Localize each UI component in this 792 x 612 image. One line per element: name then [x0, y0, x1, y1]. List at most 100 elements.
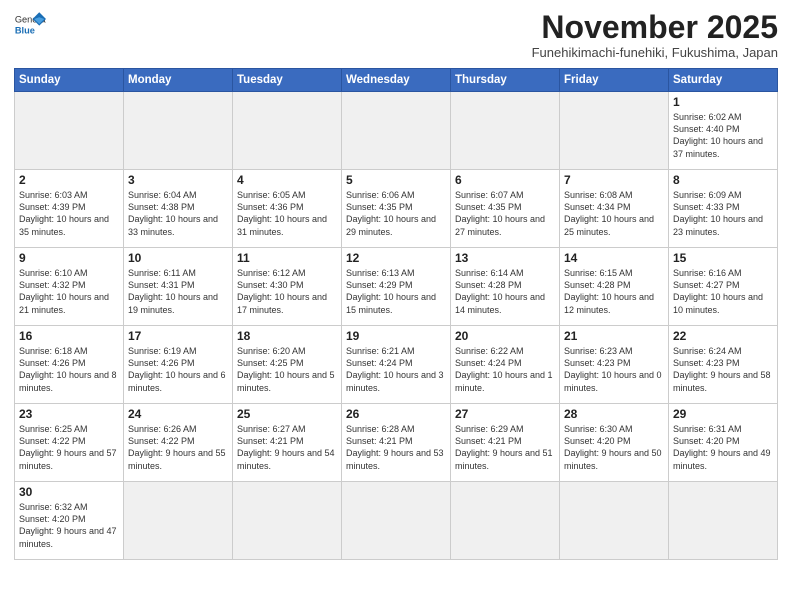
day-info: Sunrise: 6:15 AM Sunset: 4:28 PM Dayligh… — [564, 267, 664, 316]
header: General Blue November 2025 Funehikimachi… — [14, 10, 778, 60]
weekday-header-sunday: Sunday — [15, 69, 124, 92]
calendar-cell: 29 Sunrise: 6:31 AM Sunset: 4:20 PM Dayli… — [669, 404, 778, 482]
calendar-week-row: 30 Sunrise: 6:32 AM Sunset: 4:20 PM Dayli… — [15, 482, 778, 560]
day-number: 1 — [673, 95, 773, 109]
day-info: Sunrise: 6:31 AM Sunset: 4:20 PM Dayligh… — [673, 423, 773, 472]
day-number: 18 — [237, 329, 337, 343]
calendar-cell: 16 Sunrise: 6:18 AM Sunset: 4:26 PM Dayli… — [15, 326, 124, 404]
day-number: 2 — [19, 173, 119, 187]
weekday-header-tuesday: Tuesday — [233, 69, 342, 92]
day-number: 5 — [346, 173, 446, 187]
calendar-cell — [124, 92, 233, 170]
calendar-cell: 22Sunrise: 6:24 AM Sunset: 4:23 PM Dayli… — [669, 326, 778, 404]
day-info: Sunrise: 6:18 AM Sunset: 4:26 PM Dayligh… — [19, 345, 119, 394]
day-info: Sunrise: 6:02 AM Sunset: 4:40 PM Dayligh… — [673, 111, 773, 160]
day-info: Sunrise: 6:14 AM Sunset: 4:28 PM Dayligh… — [455, 267, 555, 316]
calendar-table: SundayMondayTuesdayWednesdayThursdayFrid… — [14, 68, 778, 560]
calendar-cell: 21Sunrise: 6:23 AM Sunset: 4:23 PM Dayli… — [560, 326, 669, 404]
calendar-cell: 7 Sunrise: 6:08 AM Sunset: 4:34 PM Daylig… — [560, 170, 669, 248]
day-info: Sunrise: 6:20 AM Sunset: 4:25 PM Dayligh… — [237, 345, 337, 394]
weekday-header-wednesday: Wednesday — [342, 69, 451, 92]
title-block: November 2025 Funehikimachi-funehiki, Fu… — [532, 10, 778, 60]
day-number: 29 — [673, 407, 773, 421]
calendar-cell: 4 Sunrise: 6:05 AM Sunset: 4:36 PM Daylig… — [233, 170, 342, 248]
calendar-cell: 10Sunrise: 6:11 AM Sunset: 4:31 PM Dayli… — [124, 248, 233, 326]
calendar-week-row: 2Sunrise: 6:03 AM Sunset: 4:39 PM Daylig… — [15, 170, 778, 248]
weekday-header-thursday: Thursday — [451, 69, 560, 92]
generalblue-logo-icon: General Blue — [14, 10, 46, 38]
calendar-cell — [342, 92, 451, 170]
calendar-cell — [124, 482, 233, 560]
calendar-cell: 24Sunrise: 6:26 AM Sunset: 4:22 PM Dayli… — [124, 404, 233, 482]
calendar-cell — [233, 92, 342, 170]
day-number: 26 — [346, 407, 446, 421]
day-info: Sunrise: 6:32 AM Sunset: 4:20 PM Dayligh… — [19, 501, 119, 550]
day-info: Sunrise: 6:22 AM Sunset: 4:24 PM Dayligh… — [455, 345, 555, 394]
calendar-cell: 23 Sunrise: 6:25 AM Sunset: 4:22 PM Dayli… — [15, 404, 124, 482]
calendar-cell: 12Sunrise: 6:13 AM Sunset: 4:29 PM Dayli… — [342, 248, 451, 326]
calendar-week-row: 1 Sunrise: 6:02 AM Sunset: 4:40 PM Daylig… — [15, 92, 778, 170]
calendar-cell: 6 Sunrise: 6:07 AM Sunset: 4:35 PM Daylig… — [451, 170, 560, 248]
day-info: Sunrise: 6:28 AM Sunset: 4:21 PM Dayligh… — [346, 423, 446, 472]
calendar-header: SundayMondayTuesdayWednesdayThursdayFrid… — [15, 69, 778, 92]
page: General Blue November 2025 Funehikimachi… — [0, 0, 792, 612]
calendar-cell: 20 Sunrise: 6:22 AM Sunset: 4:24 PM Dayli… — [451, 326, 560, 404]
calendar-cell: 19 Sunrise: 6:21 AM Sunset: 4:24 PM Dayli… — [342, 326, 451, 404]
calendar-week-row: 23 Sunrise: 6:25 AM Sunset: 4:22 PM Dayli… — [15, 404, 778, 482]
day-number: 6 — [455, 173, 555, 187]
calendar-cell: 14 Sunrise: 6:15 AM Sunset: 4:28 PM Dayli… — [560, 248, 669, 326]
svg-text:Blue: Blue — [15, 25, 35, 35]
calendar-cell: 18 Sunrise: 6:20 AM Sunset: 4:25 PM Dayli… — [233, 326, 342, 404]
calendar-cell: 30 Sunrise: 6:32 AM Sunset: 4:20 PM Dayli… — [15, 482, 124, 560]
day-number: 30 — [19, 485, 119, 499]
calendar-cell — [451, 482, 560, 560]
day-info: Sunrise: 6:09 AM Sunset: 4:33 PM Dayligh… — [673, 189, 773, 238]
weekday-header-monday: Monday — [124, 69, 233, 92]
day-info: Sunrise: 6:25 AM Sunset: 4:22 PM Dayligh… — [19, 423, 119, 472]
day-info: Sunrise: 6:06 AM Sunset: 4:35 PM Dayligh… — [346, 189, 446, 238]
calendar-cell — [15, 92, 124, 170]
calendar-cell: 2Sunrise: 6:03 AM Sunset: 4:39 PM Daylig… — [15, 170, 124, 248]
calendar-cell: 5 Sunrise: 6:06 AM Sunset: 4:35 PM Daylig… — [342, 170, 451, 248]
day-info: Sunrise: 6:24 AM Sunset: 4:23 PM Dayligh… — [673, 345, 773, 394]
calendar-body: 1 Sunrise: 6:02 AM Sunset: 4:40 PM Daylig… — [15, 92, 778, 560]
calendar-cell: 28Sunrise: 6:30 AM Sunset: 4:20 PM Dayli… — [560, 404, 669, 482]
day-info: Sunrise: 6:21 AM Sunset: 4:24 PM Dayligh… — [346, 345, 446, 394]
day-info: Sunrise: 6:27 AM Sunset: 4:21 PM Dayligh… — [237, 423, 337, 472]
day-info: Sunrise: 6:23 AM Sunset: 4:23 PM Dayligh… — [564, 345, 664, 394]
calendar-cell — [560, 92, 669, 170]
calendar-cell: 9Sunrise: 6:10 AM Sunset: 4:32 PM Daylig… — [15, 248, 124, 326]
day-number: 4 — [237, 173, 337, 187]
day-info: Sunrise: 6:16 AM Sunset: 4:27 PM Dayligh… — [673, 267, 773, 316]
day-number: 19 — [346, 329, 446, 343]
day-info: Sunrise: 6:07 AM Sunset: 4:35 PM Dayligh… — [455, 189, 555, 238]
calendar-cell: 8Sunrise: 6:09 AM Sunset: 4:33 PM Daylig… — [669, 170, 778, 248]
day-info: Sunrise: 6:19 AM Sunset: 4:26 PM Dayligh… — [128, 345, 228, 394]
day-number: 15 — [673, 251, 773, 265]
calendar-cell: 25Sunrise: 6:27 AM Sunset: 4:21 PM Dayli… — [233, 404, 342, 482]
calendar-cell — [669, 482, 778, 560]
day-info: Sunrise: 6:04 AM Sunset: 4:38 PM Dayligh… — [128, 189, 228, 238]
day-info: Sunrise: 6:08 AM Sunset: 4:34 PM Dayligh… — [564, 189, 664, 238]
day-info: Sunrise: 6:05 AM Sunset: 4:36 PM Dayligh… — [237, 189, 337, 238]
day-info: Sunrise: 6:30 AM Sunset: 4:20 PM Dayligh… — [564, 423, 664, 472]
calendar-week-row: 16 Sunrise: 6:18 AM Sunset: 4:26 PM Dayli… — [15, 326, 778, 404]
day-number: 20 — [455, 329, 555, 343]
calendar-cell: 11Sunrise: 6:12 AM Sunset: 4:30 PM Dayli… — [233, 248, 342, 326]
calendar-cell: 13Sunrise: 6:14 AM Sunset: 4:28 PM Dayli… — [451, 248, 560, 326]
day-number: 27 — [455, 407, 555, 421]
day-number: 14 — [564, 251, 664, 265]
day-info: Sunrise: 6:10 AM Sunset: 4:32 PM Dayligh… — [19, 267, 119, 316]
day-info: Sunrise: 6:11 AM Sunset: 4:31 PM Dayligh… — [128, 267, 228, 316]
weekday-header-saturday: Saturday — [669, 69, 778, 92]
day-number: 7 — [564, 173, 664, 187]
logo: General Blue — [14, 10, 46, 38]
location: Funehikimachi-funehiki, Fukushima, Japan — [532, 45, 778, 60]
calendar-cell: 3Sunrise: 6:04 AM Sunset: 4:38 PM Daylig… — [124, 170, 233, 248]
day-number: 23 — [19, 407, 119, 421]
calendar-cell: 1 Sunrise: 6:02 AM Sunset: 4:40 PM Daylig… — [669, 92, 778, 170]
month-title: November 2025 — [532, 10, 778, 45]
day-number: 16 — [19, 329, 119, 343]
day-number: 12 — [346, 251, 446, 265]
day-info: Sunrise: 6:29 AM Sunset: 4:21 PM Dayligh… — [455, 423, 555, 472]
